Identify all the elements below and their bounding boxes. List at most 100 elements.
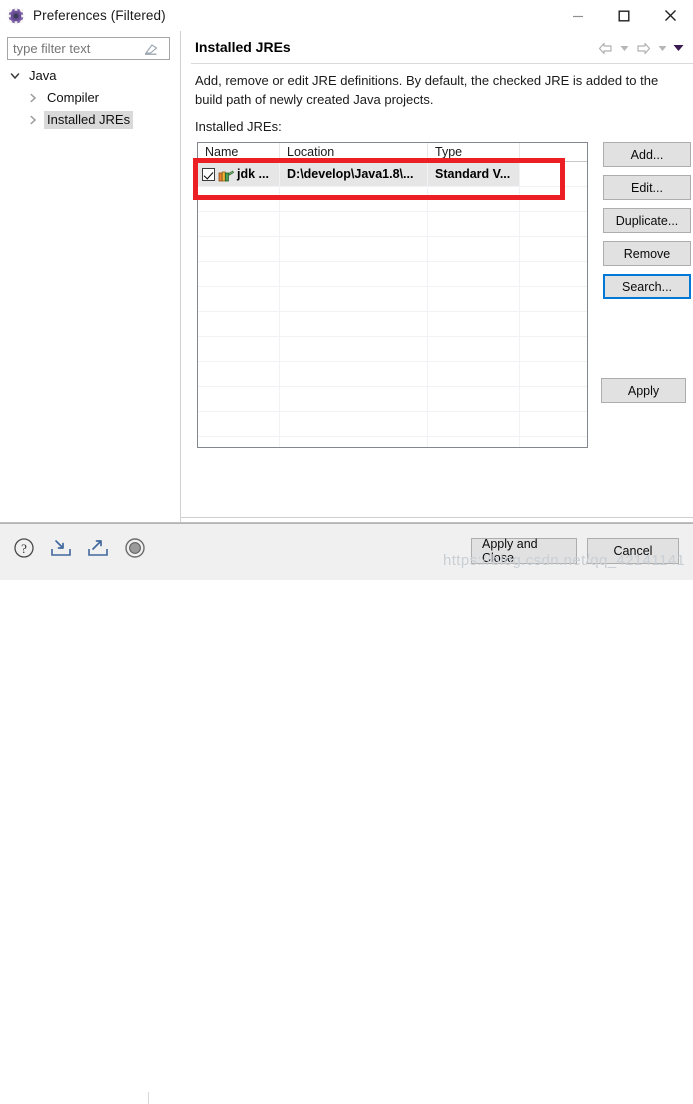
- table-empty-cell: [428, 362, 520, 387]
- chevron-down-icon[interactable]: [8, 69, 22, 83]
- installed-jres-label: Installed JREs:: [195, 119, 282, 134]
- table-empty-cell: [520, 387, 587, 412]
- preferences-body: Java Compiler Installed JREs Installed J…: [0, 31, 693, 523]
- table-empty-cell: [520, 312, 587, 337]
- table-row[interactable]: jdk ... D:\develop\Java1.8\... Standard …: [198, 162, 587, 187]
- table-empty-cell: [428, 187, 520, 212]
- apply-button[interactable]: Apply: [601, 378, 686, 403]
- table-empty-cell: [280, 337, 428, 362]
- view-menu-caret-down-filled-icon[interactable]: [671, 39, 685, 57]
- svg-text:?: ?: [21, 541, 27, 556]
- preferences-sidebar: Java Compiler Installed JREs: [0, 31, 180, 523]
- table-empty-cell: [280, 362, 428, 387]
- table-empty-cell: [198, 337, 280, 362]
- table-empty-rows: [198, 187, 587, 447]
- table-header-row: Name Location Type: [198, 143, 587, 162]
- page-description: Add, remove or edit JRE definitions. By …: [195, 73, 659, 107]
- arrow-right-icon[interactable]: [633, 39, 653, 57]
- help-icon[interactable]: ?: [12, 536, 36, 560]
- tree-item-compiler[interactable]: Compiler: [0, 87, 180, 109]
- column-header-type[interactable]: Type: [428, 143, 520, 161]
- remove-button[interactable]: Remove: [603, 241, 691, 266]
- table-empty-cell: [198, 437, 280, 447]
- table-empty-row[interactable]: [198, 212, 587, 237]
- column-header-extra[interactable]: [520, 143, 587, 161]
- table-empty-cell: [198, 387, 280, 412]
- cell-location[interactable]: D:\develop\Java1.8\...: [280, 162, 428, 187]
- tree-item-java[interactable]: Java: [0, 65, 180, 87]
- tree-item-label: Compiler: [47, 90, 100, 105]
- table-empty-row[interactable]: [198, 312, 587, 337]
- table-empty-cell: [280, 187, 428, 212]
- edit-button[interactable]: Edit...: [603, 175, 691, 200]
- add-button[interactable]: Add...: [603, 142, 691, 167]
- table-empty-row[interactable]: [198, 437, 587, 447]
- table-empty-row[interactable]: [198, 287, 587, 312]
- footer-icon-bar: ?: [12, 536, 147, 560]
- window-titlebar: Preferences (Filtered): [0, 0, 693, 31]
- duplicate-button[interactable]: Duplicate...: [603, 208, 691, 233]
- page-title: Installed JREs: [195, 39, 291, 55]
- table-empty-row[interactable]: [198, 262, 587, 287]
- table-empty-cell: [520, 212, 587, 237]
- table-empty-row[interactable]: [198, 237, 587, 262]
- cell-extra[interactable]: [520, 162, 587, 187]
- table-empty-cell: [280, 262, 428, 287]
- table-empty-cell: [520, 362, 587, 387]
- table-empty-cell: [520, 337, 587, 362]
- table-empty-cell: [428, 287, 520, 312]
- back-history-caret-down-icon[interactable]: [617, 39, 631, 57]
- table-empty-row[interactable]: [198, 337, 587, 362]
- column-header-name[interactable]: Name: [198, 143, 280, 161]
- cell-name[interactable]: jdk ...: [198, 162, 280, 187]
- search-button[interactable]: Search...: [603, 274, 691, 299]
- table-empty-cell: [520, 437, 587, 447]
- table-empty-cell: [280, 387, 428, 412]
- forward-history-caret-down-icon[interactable]: [655, 39, 669, 57]
- table-empty-cell: [428, 387, 520, 412]
- cancel-button[interactable]: Cancel: [587, 538, 679, 564]
- search-input[interactable]: [8, 39, 140, 58]
- preferences-content: Installed JREs Add, remove or edit JRE d…: [180, 31, 693, 523]
- table-empty-cell: [198, 262, 280, 287]
- jre-checkbox[interactable]: [202, 167, 215, 181]
- table-empty-cell: [428, 412, 520, 437]
- table-empty-cell: [520, 262, 587, 287]
- table-empty-cell: [520, 412, 587, 437]
- table-empty-cell: [198, 287, 280, 312]
- chevron-right-icon[interactable]: [26, 113, 40, 127]
- apply-and-close-button[interactable]: Apply and Close: [471, 537, 577, 565]
- table-empty-row[interactable]: [198, 362, 587, 387]
- table-empty-cell: [198, 362, 280, 387]
- eraser-icon[interactable]: [140, 38, 162, 59]
- installed-jres-table[interactable]: Name Location Type jdk ... D:\develop\Ja…: [197, 142, 588, 448]
- table-empty-cell: [198, 237, 280, 262]
- table-empty-cell: [428, 212, 520, 237]
- export-icon[interactable]: [86, 536, 110, 560]
- table-empty-row[interactable]: [198, 387, 587, 412]
- table-empty-cell: [428, 437, 520, 447]
- column-header-location[interactable]: Location: [280, 143, 428, 161]
- table-empty-cell: [198, 412, 280, 437]
- filter-box[interactable]: [7, 37, 170, 60]
- jre-library-icon: [218, 167, 234, 182]
- minimize-button[interactable]: [555, 0, 601, 31]
- table-empty-row[interactable]: [198, 187, 587, 212]
- chevron-right-icon[interactable]: [26, 91, 40, 105]
- close-button[interactable]: [647, 0, 693, 31]
- cell-type[interactable]: Standard V...: [428, 162, 520, 187]
- window-controls: [555, 0, 693, 31]
- restore-defaults-icon[interactable]: [123, 536, 147, 560]
- table-empty-cell: [428, 262, 520, 287]
- table-empty-row[interactable]: [198, 412, 587, 437]
- table-empty-cell: [520, 187, 587, 212]
- import-icon[interactable]: [49, 536, 73, 560]
- table-empty-cell: [280, 412, 428, 437]
- table-empty-cell: [520, 287, 587, 312]
- table-empty-cell: [280, 237, 428, 262]
- tree-item-installed-jres[interactable]: Installed JREs: [0, 109, 180, 131]
- maximize-button[interactable]: [601, 0, 647, 31]
- table-empty-cell: [428, 337, 520, 362]
- title-divider: [191, 63, 693, 64]
- arrow-left-icon[interactable]: [595, 39, 615, 57]
